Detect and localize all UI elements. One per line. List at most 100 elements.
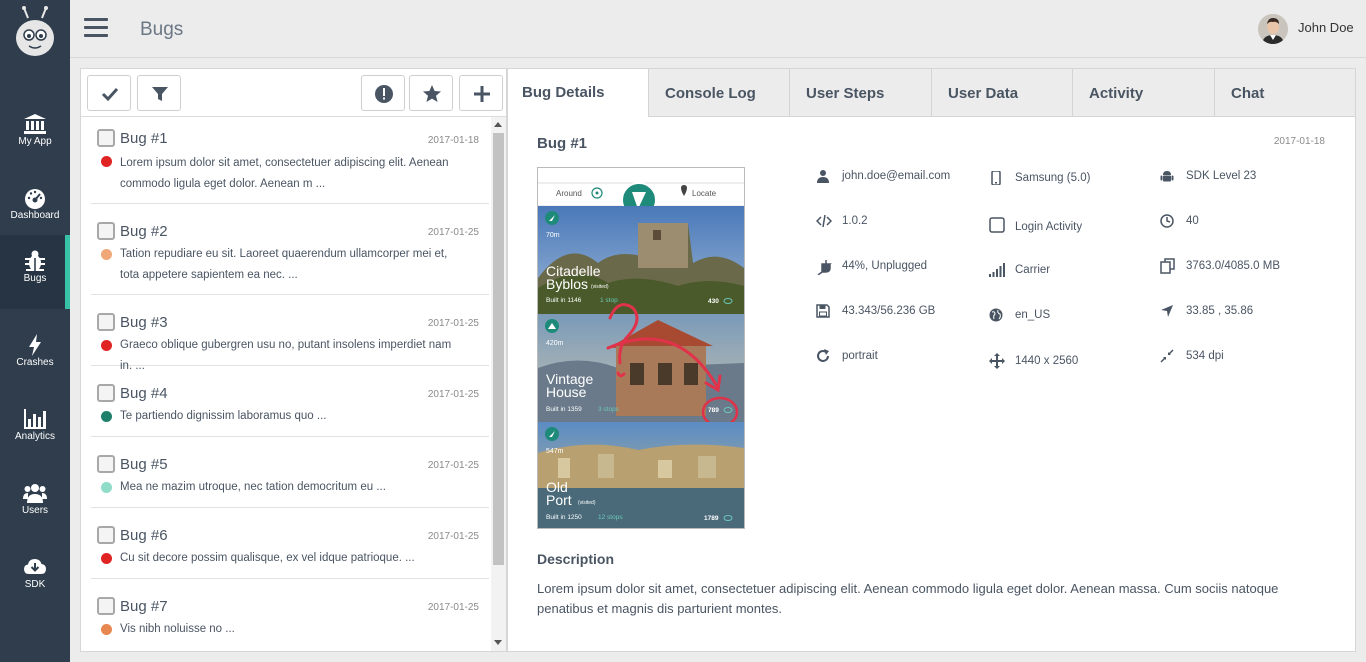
sidebar-item-label: SDK [24,579,46,590]
card-title-line2: Port [546,492,572,508]
status-dot [101,249,112,260]
bug-date: 2017-01-18 [1273,136,1325,147]
add-bug-button[interactable] [459,75,503,111]
tab-bug-details[interactable]: Bug Details [508,69,648,117]
checkbox[interactable] [97,526,115,544]
copy-icon [1160,258,1175,274]
list-item[interactable]: Bug #4 2017-01-25 Te partiendo dignissim… [91,366,489,437]
bug-name: Bug #2 [120,223,168,240]
bug-list-panel: Bug #1 2017-01-18 Lorem ipsum dolor sit … [80,68,507,652]
description-heading: Description [537,551,615,567]
tab-user-data[interactable]: User Data [931,69,1072,117]
checkbox[interactable] [97,455,115,473]
card-title-line2: House [546,384,587,400]
sidebar-item-bugs[interactable]: Bugs [0,235,70,309]
bug-name: Bug #1 [120,130,168,147]
move-icon [989,353,1005,369]
bug-name: Bug #7 [120,598,168,615]
tab-label: Bug Details [522,84,605,101]
menu-icon[interactable] [84,18,108,38]
checkbox[interactable] [97,222,115,240]
signal-icon [989,263,1005,277]
checkbox[interactable] [97,129,115,147]
tab-label: Chat [1231,85,1265,102]
user-name[interactable]: John Doe [1298,20,1354,35]
bug-description: Lorem ipsum dolor sit amet, consectetuer… [120,157,449,190]
card-distance: 420m [546,340,564,347]
select-all-button[interactable] [87,75,131,111]
favorite-button[interactable] [409,75,453,111]
bug-date: 2017-01-25 [427,227,479,238]
star-icon [423,85,441,102]
status-dot [101,482,112,493]
list-item[interactable]: Bug #7 2017-01-25 Vis nibh noluisse no .… [91,579,489,651]
scrollbar-thumb[interactable] [493,133,504,565]
android-icon [1160,171,1174,182]
exclamation-circle-icon [375,85,393,103]
sidebar-item-label: Users [21,505,49,516]
scroll-down-arrow-icon[interactable] [494,640,502,645]
checkbox[interactable] [97,384,115,402]
bug-date: 2017-01-25 [427,318,479,329]
card-distance: 70m [546,232,560,239]
checkbox[interactable] [97,313,115,331]
top-bar: Bugs John Doe [70,0,1366,58]
detail-tabs: Bug Details Console Log User Steps User … [508,69,1355,117]
list-item[interactable]: Bug #3 2017-01-25 Graeco oblique gubergr… [91,295,489,372]
checkbox-icon [989,217,1005,233]
sidebar-item-label: My App [18,136,52,147]
avatar[interactable] [1258,14,1288,44]
bug-date: 2017-01-25 [427,389,479,400]
location-arrow-icon [1161,305,1173,317]
card-built: Built in 1250 [546,514,582,521]
bug-name: Bug #3 [120,314,168,331]
tab-chat[interactable]: Chat [1214,69,1355,117]
tab-console-log[interactable]: Console Log [648,69,789,117]
sidebar-item-label: Dashboard [10,210,60,221]
plug-icon [817,260,832,275]
screenshot-header-left: Around [556,189,582,198]
plus-icon [474,86,490,102]
status-dot [101,553,112,564]
filter-button[interactable] [137,75,181,111]
bug-date: 2017-01-18 [427,135,479,146]
bug-date: 2017-01-25 [427,460,479,471]
list-item[interactable]: Bug #1 2017-01-18 Lorem ipsum dolor sit … [91,117,489,204]
bug-name: Bug #4 [120,385,168,402]
card-built: Built in 1359 [546,406,582,413]
cloud-download-icon [24,559,46,574]
sidebar-item-analytics[interactable]: Analytics [0,393,70,467]
clock-icon [1160,214,1174,228]
bank-icon [24,114,46,134]
gauge-icon [25,189,45,209]
tab-activity[interactable]: Activity [1072,69,1214,117]
sidebar-item-crashes[interactable]: Crashes [0,319,70,393]
bug-icon [25,250,45,271]
sidebar-item-sdk[interactable]: SDK [0,541,70,615]
sidebar-item-users[interactable]: Users [0,467,70,541]
list-item[interactable]: Bug #2 2017-01-25 Tation repudiare eu si… [91,204,489,295]
bug-name: Bug #5 [120,456,168,473]
card-built: Built in 1146 [546,297,582,304]
checkbox[interactable] [97,597,115,615]
list-scrollbar[interactable] [491,117,506,651]
bug-description: Te partiendo dignissim laboramus quo ... [120,410,327,422]
tab-label: User Data [948,85,1019,102]
list-item[interactable]: Bug #6 2017-01-25 Cu sit decore possim q… [91,508,489,579]
tab-user-steps[interactable]: User Steps [789,69,931,117]
card-tag: (visited) [578,500,596,506]
filter-icon [152,87,168,101]
sidebar: My App Dashboard Bugs Crashes Analytics … [0,0,70,662]
bug-detail-panel: Bug Details Console Log User Steps User … [507,68,1356,652]
scroll-up-arrow-icon[interactable] [494,122,502,127]
status-dot [101,340,112,351]
bug-title: Bug #1 [537,135,588,152]
bug-description: Cu sit decore possim qualisque, ex vel i… [120,552,415,564]
sidebar-item-label: Bugs [23,273,47,284]
sidebar-item-my-app[interactable]: My App [0,98,70,172]
globe-icon [989,308,1003,322]
priority-button[interactable] [361,75,405,111]
bug-screenshot[interactable]: Around Locate 70m Citadelle Byblos (visi… [537,167,745,529]
list-item[interactable]: Bug #5 2017-01-25 Mea ne mazim utroque, … [91,437,489,508]
status-dot [101,624,112,635]
